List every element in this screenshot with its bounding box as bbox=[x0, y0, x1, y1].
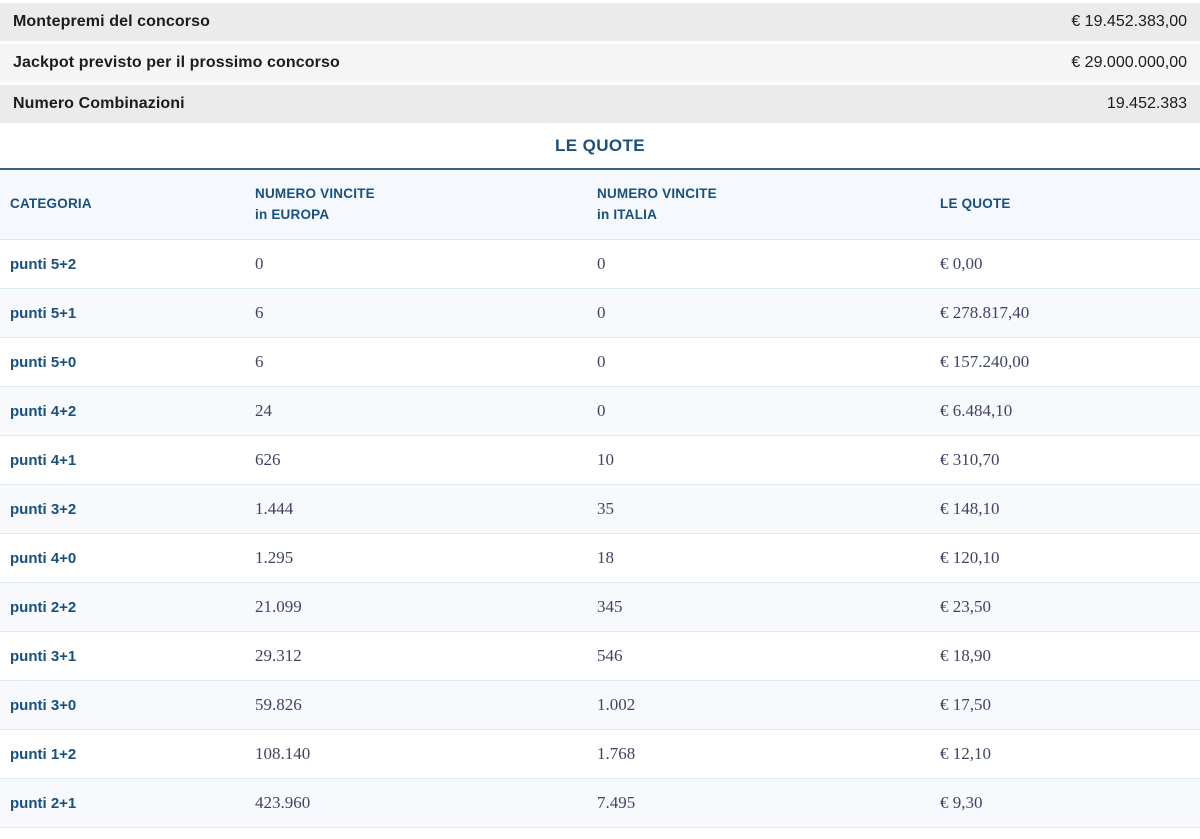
table-row: punti 3+2 1.444 35 € 148,10 bbox=[0, 485, 1200, 534]
italy-wins-cell: 345 bbox=[587, 597, 930, 617]
quote-cell: € 12,10 bbox=[930, 744, 1200, 764]
montepremi-value: € 19.452.383,00 bbox=[1071, 13, 1187, 31]
quote-cell: € 120,10 bbox=[930, 548, 1200, 568]
col-header-vincite-italia: NUMERO VINCITE in ITALIA bbox=[587, 184, 930, 225]
italy-wins-cell: 10 bbox=[587, 450, 930, 470]
italy-wins-cell: 35 bbox=[587, 499, 930, 519]
category-cell: punti 3+1 bbox=[0, 648, 245, 665]
table-row: punti 4+2 24 0 € 6.484,10 bbox=[0, 387, 1200, 436]
europe-wins-cell: 0 bbox=[245, 254, 587, 274]
category-cell: punti 2+2 bbox=[0, 599, 245, 616]
quote-cell: € 9,30 bbox=[930, 793, 1200, 813]
italy-wins-cell: 546 bbox=[587, 646, 930, 666]
quote-cell: € 278.817,40 bbox=[930, 303, 1200, 323]
table-row: punti 3+1 29.312 546 € 18,90 bbox=[0, 632, 1200, 681]
jackpot-value: € 29.000.000,00 bbox=[1071, 54, 1187, 72]
table-row: punti 5+2 0 0 € 0,00 bbox=[0, 240, 1200, 289]
category-cell: punti 5+2 bbox=[0, 256, 245, 273]
italy-wins-cell: 1.002 bbox=[587, 695, 930, 715]
table-row: punti 4+1 626 10 € 310,70 bbox=[0, 436, 1200, 485]
italy-wins-cell: 18 bbox=[587, 548, 930, 568]
table-row: punti 5+0 6 0 € 157.240,00 bbox=[0, 338, 1200, 387]
quote-cell: € 148,10 bbox=[930, 499, 1200, 519]
col-header-categoria: CATEGORIA bbox=[0, 194, 245, 214]
quote-cell: € 18,90 bbox=[930, 646, 1200, 666]
europe-wins-cell: 1.295 bbox=[245, 548, 587, 568]
europe-wins-cell: 24 bbox=[245, 401, 587, 421]
jackpot-label: Jackpot previsto per il prossimo concors… bbox=[13, 54, 340, 72]
quote-cell: € 310,70 bbox=[930, 450, 1200, 470]
col-header-le-quote: LE QUOTE bbox=[930, 194, 1200, 214]
category-cell: punti 2+1 bbox=[0, 795, 245, 812]
quote-cell: € 157.240,00 bbox=[930, 352, 1200, 372]
category-cell: punti 4+0 bbox=[0, 550, 245, 567]
category-cell: punti 4+2 bbox=[0, 403, 245, 420]
info-row-combinazioni: Numero Combinazioni 19.452.383 bbox=[0, 85, 1200, 123]
quote-cell: € 6.484,10 bbox=[930, 401, 1200, 421]
europe-wins-cell: 59.826 bbox=[245, 695, 587, 715]
europe-wins-cell: 1.444 bbox=[245, 499, 587, 519]
europe-wins-cell: 626 bbox=[245, 450, 587, 470]
italy-wins-cell: 0 bbox=[587, 401, 930, 421]
italy-wins-cell: 7.495 bbox=[587, 793, 930, 813]
table-row: punti 5+1 6 0 € 278.817,40 bbox=[0, 289, 1200, 338]
info-row-montepremi: Montepremi del concorso € 19.452.383,00 bbox=[0, 3, 1200, 41]
italy-wins-cell: 0 bbox=[587, 254, 930, 274]
italy-wins-cell: 1.768 bbox=[587, 744, 930, 764]
europe-wins-cell: 6 bbox=[245, 303, 587, 323]
europe-wins-cell: 29.312 bbox=[245, 646, 587, 666]
quote-table-body: punti 5+2 0 0 € 0,00 punti 5+1 6 0 € 278… bbox=[0, 240, 1200, 828]
combinazioni-value: 19.452.383 bbox=[1107, 95, 1187, 113]
table-row: punti 2+2 21.099 345 € 23,50 bbox=[0, 583, 1200, 632]
category-cell: punti 1+2 bbox=[0, 746, 245, 763]
europe-wins-cell: 423.960 bbox=[245, 793, 587, 813]
quote-cell: € 17,50 bbox=[930, 695, 1200, 715]
category-cell: punti 3+0 bbox=[0, 697, 245, 714]
quote-table-header-row: CATEGORIA NUMERO VINCITE in EUROPA NUMER… bbox=[0, 170, 1200, 240]
combinazioni-label: Numero Combinazioni bbox=[13, 95, 185, 113]
italy-wins-cell: 0 bbox=[587, 352, 930, 372]
table-row: punti 2+1 423.960 7.495 € 9,30 bbox=[0, 779, 1200, 828]
quote-table: CATEGORIA NUMERO VINCITE in EUROPA NUMER… bbox=[0, 168, 1200, 828]
table-row: punti 4+0 1.295 18 € 120,10 bbox=[0, 534, 1200, 583]
prize-summary: Montepremi del concorso € 19.452.383,00 … bbox=[0, 3, 1200, 123]
italy-wins-cell: 0 bbox=[587, 303, 930, 323]
europe-wins-cell: 6 bbox=[245, 352, 587, 372]
table-row: punti 3+0 59.826 1.002 € 17,50 bbox=[0, 681, 1200, 730]
category-cell: punti 5+0 bbox=[0, 354, 245, 371]
category-cell: punti 5+1 bbox=[0, 305, 245, 322]
europe-wins-cell: 108.140 bbox=[245, 744, 587, 764]
category-cell: punti 3+2 bbox=[0, 501, 245, 518]
quote-cell: € 0,00 bbox=[930, 254, 1200, 274]
section-title-le-quote: LE QUOTE bbox=[0, 123, 1200, 168]
europe-wins-cell: 21.099 bbox=[245, 597, 587, 617]
table-row: punti 1+2 108.140 1.768 € 12,10 bbox=[0, 730, 1200, 779]
montepremi-label: Montepremi del concorso bbox=[13, 13, 210, 31]
info-row-jackpot: Jackpot previsto per il prossimo concors… bbox=[0, 44, 1200, 82]
category-cell: punti 4+1 bbox=[0, 452, 245, 469]
quote-cell: € 23,50 bbox=[930, 597, 1200, 617]
col-header-vincite-europa: NUMERO VINCITE in EUROPA bbox=[245, 184, 587, 225]
